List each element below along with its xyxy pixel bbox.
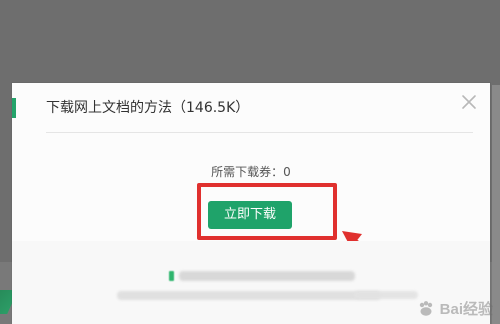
dialog-title: 下载网上文档的方法（146.5K） [46,100,250,116]
coupon-requirement-text: 所需下载券：0 [211,165,291,179]
blurred-line [179,271,355,281]
blurred-marker [169,271,174,281]
dialog-divider [46,132,473,133]
blurred-line [354,291,418,299]
blurred-line [117,291,381,300]
close-button[interactable] [460,93,478,111]
document-preview-area [12,241,490,324]
dialog-accent-bar [12,98,16,118]
close-icon [462,95,476,109]
backdrop-right-slice [492,85,500,324]
download-dialog: 下载网上文档的方法（146.5K） 所需下载券：0 立即下载 [12,83,490,324]
download-now-button[interactable]: 立即下载 [208,201,292,229]
